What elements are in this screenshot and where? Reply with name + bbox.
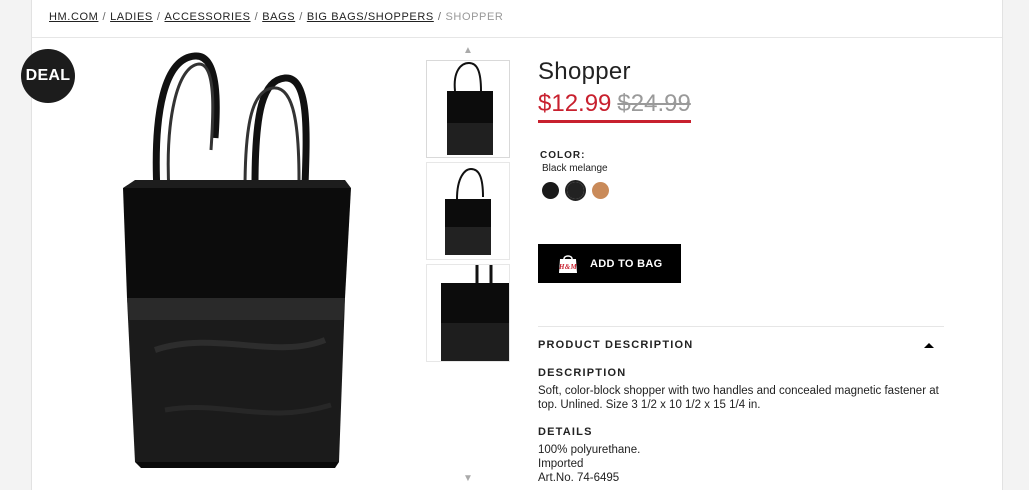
swatch-black-melange[interactable]	[565, 180, 586, 201]
price-row: $12.99 $24.99	[538, 90, 691, 123]
breadcrumb-separator: /	[102, 11, 107, 23]
breadcrumb-link-bags[interactable]: BAGS	[262, 11, 295, 23]
details-line: Art.No. 74-6495	[538, 472, 620, 484]
original-price: $24.99	[617, 90, 691, 117]
thumbnail-bag-image	[445, 167, 491, 255]
breadcrumb-current: SHOPPER	[445, 11, 504, 23]
breadcrumb-link-ladies[interactable]: LADIES	[110, 11, 153, 23]
product-info: Shopper $12.99 $24.99 COLOR: Black melang…	[538, 58, 948, 283]
shopper-bag-image	[123, 52, 351, 468]
thumbnail-bag-image	[441, 265, 509, 361]
product-description-title: PRODUCT DESCRIPTION	[538, 339, 694, 351]
chevron-down-icon[interactable]: ▼	[426, 472, 510, 484]
thumbnail-1[interactable]	[426, 60, 510, 158]
breadcrumb-link-home[interactable]: HM.COM	[49, 11, 98, 23]
details-line: 100% polyurethane.	[538, 444, 641, 456]
description-heading: DESCRIPTION	[538, 367, 627, 379]
breadcrumb-link-big-bags[interactable]: BIG BAGS/SHOPPERS	[307, 11, 434, 23]
breadcrumb-separator: /	[437, 11, 442, 23]
thumbnail-bag-image	[447, 61, 493, 155]
deal-badge: DEAL	[21, 49, 75, 103]
product-title: Shopper	[538, 58, 631, 85]
add-to-bag-button[interactable]: H&M ADD TO BAG	[538, 244, 681, 283]
header-divider	[32, 37, 1002, 38]
caret-up-icon	[924, 342, 934, 348]
product-description-toggle[interactable]: PRODUCT DESCRIPTION	[538, 327, 944, 363]
breadcrumb-link-accessories[interactable]: ACCESSORIES	[164, 11, 250, 23]
shopping-bag-icon: H&M	[558, 255, 577, 273]
product-description-section: PRODUCT DESCRIPTION DESCRIPTION Soft, co…	[538, 326, 944, 485]
bag-logo-text: H&M	[558, 263, 577, 271]
color-swatches	[540, 180, 948, 201]
breadcrumb-separator: /	[254, 11, 259, 23]
add-to-bag-label: ADD TO BAG	[590, 257, 663, 270]
details-line: Imported	[538, 458, 584, 470]
breadcrumb-separator: /	[299, 11, 303, 23]
breadcrumb: HM.COM / LADIES / ACCESSORIES / BAGS / BIG BAGS/…	[49, 11, 503, 23]
product-page: HM.COM / LADIES / ACCESSORIES / BAGS / BIG BAGS/…	[21, 0, 1003, 490]
chevron-up-icon[interactable]: ▲	[426, 44, 510, 56]
sale-price: $12.99	[538, 90, 612, 117]
breadcrumb-separator: /	[156, 11, 161, 23]
thumbnail-3[interactable]	[426, 264, 510, 362]
swatch-cognac[interactable]	[590, 180, 611, 201]
main-product-image[interactable]	[95, 50, 355, 470]
description-text: Soft, color-block shopper with two handl…	[538, 385, 939, 411]
swatch-black[interactable]	[540, 180, 561, 201]
details-heading: DETAILS	[538, 426, 593, 438]
selected-color-name: Black melange	[542, 163, 608, 174]
details-list: 100% polyurethane. Imported Art.No. 74-6…	[538, 443, 944, 485]
thumbnail-carousel: ▲	[426, 44, 510, 362]
color-label: COLOR:	[540, 150, 586, 161]
thumbnail-2[interactable]	[426, 162, 510, 260]
